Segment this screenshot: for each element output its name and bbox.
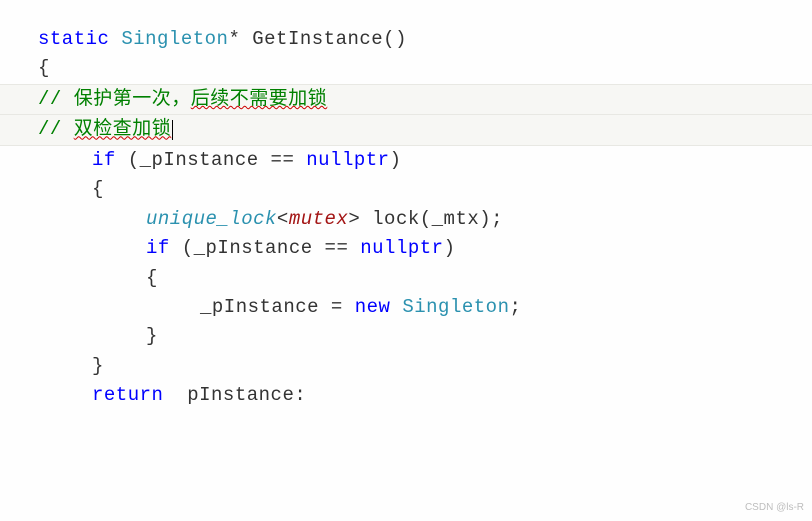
paren-close: ) [390, 149, 402, 171]
lock-call: > lock(_mtx); [348, 208, 503, 230]
semicolon: ; [509, 296, 521, 318]
keyword-static: static [38, 28, 109, 50]
condition: (_pInstance == [116, 149, 306, 171]
brace-open: { [146, 267, 158, 289]
assign-lhs: _pInstance = [200, 296, 355, 318]
watermark: CSDN @ls-R [745, 500, 804, 516]
code-line-comment: // 双检查加锁 [0, 115, 812, 145]
code-line: if (_pInstance == nullptr) [38, 234, 812, 263]
type-singleton: Singleton [390, 296, 509, 318]
code-line-comment: // 保护第一次，后续不需要加锁 [0, 84, 812, 115]
code-line: } [38, 352, 812, 381]
code-line: unique_lock<mutex> lock(_mtx); [38, 205, 812, 234]
code-line: _pInstance = new Singleton; [38, 293, 812, 322]
code-line: { [38, 175, 812, 204]
comment-text-spellcheck: 后续不需要加锁 [191, 88, 328, 110]
type-mutex: mutex [289, 208, 349, 230]
code-line: { [38, 54, 812, 83]
text-cursor [172, 120, 173, 140]
comment-slashes: // [38, 118, 74, 140]
comment-slashes: // [38, 88, 74, 110]
brace-open: { [92, 178, 104, 200]
code-line: if (_pInstance == nullptr) [38, 146, 812, 175]
keyword-new: new [355, 296, 391, 318]
keyword-if: if [92, 149, 116, 171]
keyword-nullptr: nullptr [306, 149, 389, 171]
keyword-nullptr: nullptr [360, 237, 443, 259]
return-expr: pInstance: [163, 384, 306, 406]
code-line: static Singleton* GetInstance() [38, 25, 812, 54]
type-singleton: Singleton [109, 28, 228, 50]
keyword-if: if [146, 237, 170, 259]
type-unique-lock: unique_lock [146, 208, 277, 230]
comment-text-spellcheck: 双检查加锁 [74, 118, 172, 140]
angle-open: < [277, 208, 289, 230]
code-line: } [38, 322, 812, 351]
brace-close: } [92, 355, 104, 377]
brace-close: } [146, 325, 158, 347]
keyword-return: return [92, 384, 163, 406]
paren-close: ) [444, 237, 456, 259]
comment-text: 保护第一次， [74, 88, 191, 110]
brace-open: { [38, 57, 50, 79]
code-line: return pInstance: [38, 381, 812, 410]
code-block: static Singleton* GetInstance() { // 保护第… [0, 25, 812, 411]
condition: (_pInstance == [170, 237, 360, 259]
func-sig: * GetInstance() [228, 28, 407, 50]
code-line: { [38, 264, 812, 293]
